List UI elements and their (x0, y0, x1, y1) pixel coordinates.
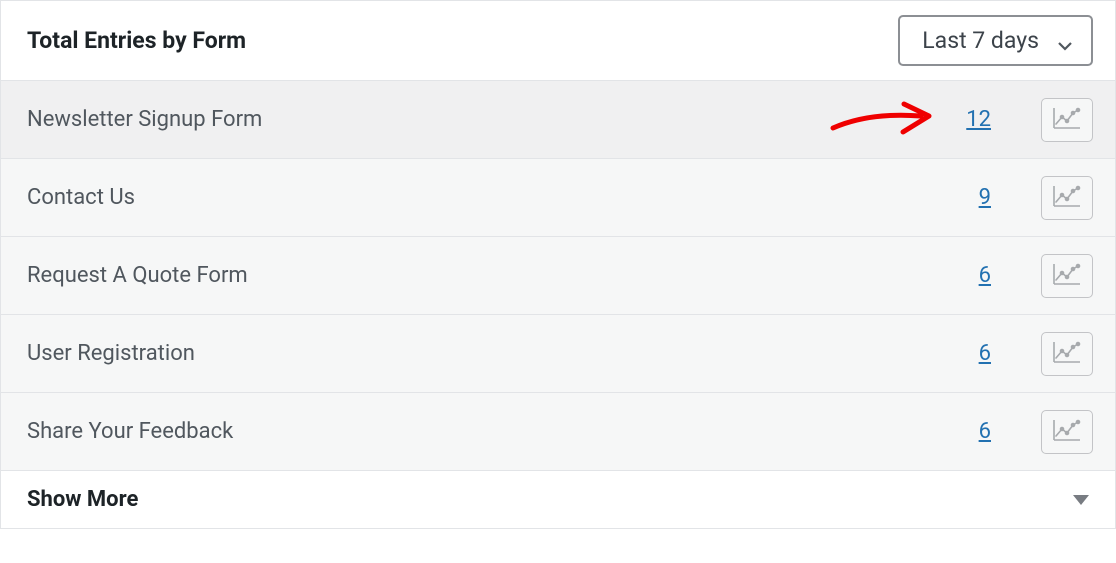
entry-count-link[interactable]: 12 (966, 107, 991, 132)
form-rows: Newsletter Signup Form 12 (1, 80, 1115, 470)
widget-title: Total Entries by Form (27, 27, 246, 54)
show-more-button[interactable]: Show More (1, 470, 1115, 528)
chart-icon (1053, 185, 1081, 210)
show-more-label: Show More (27, 487, 138, 512)
form-name: Contact Us (27, 185, 135, 210)
view-chart-button[interactable] (1041, 410, 1093, 454)
time-range-dropdown[interactable]: Last 7 days (898, 15, 1093, 66)
entry-count-link[interactable]: 6 (979, 419, 991, 444)
entries-by-form-widget: Total Entries by Form Last 7 days Newsle… (0, 0, 1116, 529)
arrow-annotation (829, 98, 939, 142)
chart-icon (1053, 263, 1081, 288)
form-name: Newsletter Signup Form (27, 107, 262, 132)
dropdown-value: Last 7 days (922, 27, 1039, 54)
chart-icon (1053, 419, 1081, 444)
chevron-down-icon (1057, 33, 1073, 49)
view-chart-button[interactable] (1041, 98, 1093, 142)
view-chart-button[interactable] (1041, 176, 1093, 220)
chart-icon (1053, 341, 1081, 366)
form-row: Contact Us 9 (1, 158, 1115, 236)
form-row: Newsletter Signup Form 12 (1, 80, 1115, 158)
form-name: User Registration (27, 341, 195, 366)
form-row: User Registration 6 (1, 314, 1115, 392)
form-row: Share Your Feedback 6 (1, 392, 1115, 470)
form-row: Request A Quote Form 6 (1, 236, 1115, 314)
view-chart-button[interactable] (1041, 254, 1093, 298)
widget-header: Total Entries by Form Last 7 days (1, 0, 1115, 80)
view-chart-button[interactable] (1041, 332, 1093, 376)
entry-count-link[interactable]: 6 (979, 263, 991, 288)
entry-count-link[interactable]: 9 (979, 185, 991, 210)
form-name: Request A Quote Form (27, 263, 248, 288)
form-name: Share Your Feedback (27, 419, 233, 444)
chart-icon (1053, 107, 1081, 132)
entry-count-link[interactable]: 6 (979, 341, 991, 366)
triangle-down-icon (1073, 495, 1089, 505)
